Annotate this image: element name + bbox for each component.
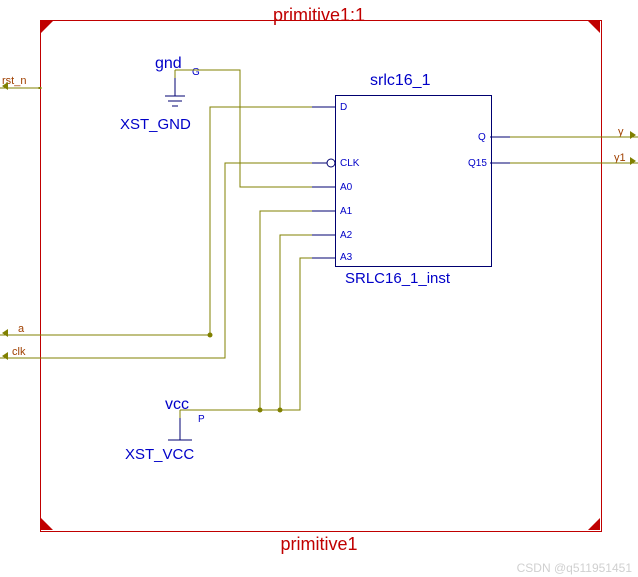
net-wires [0,0,638,577]
schematic-canvas: primitive1:1 primitive1 CSDN @q511951451… [0,0,638,577]
